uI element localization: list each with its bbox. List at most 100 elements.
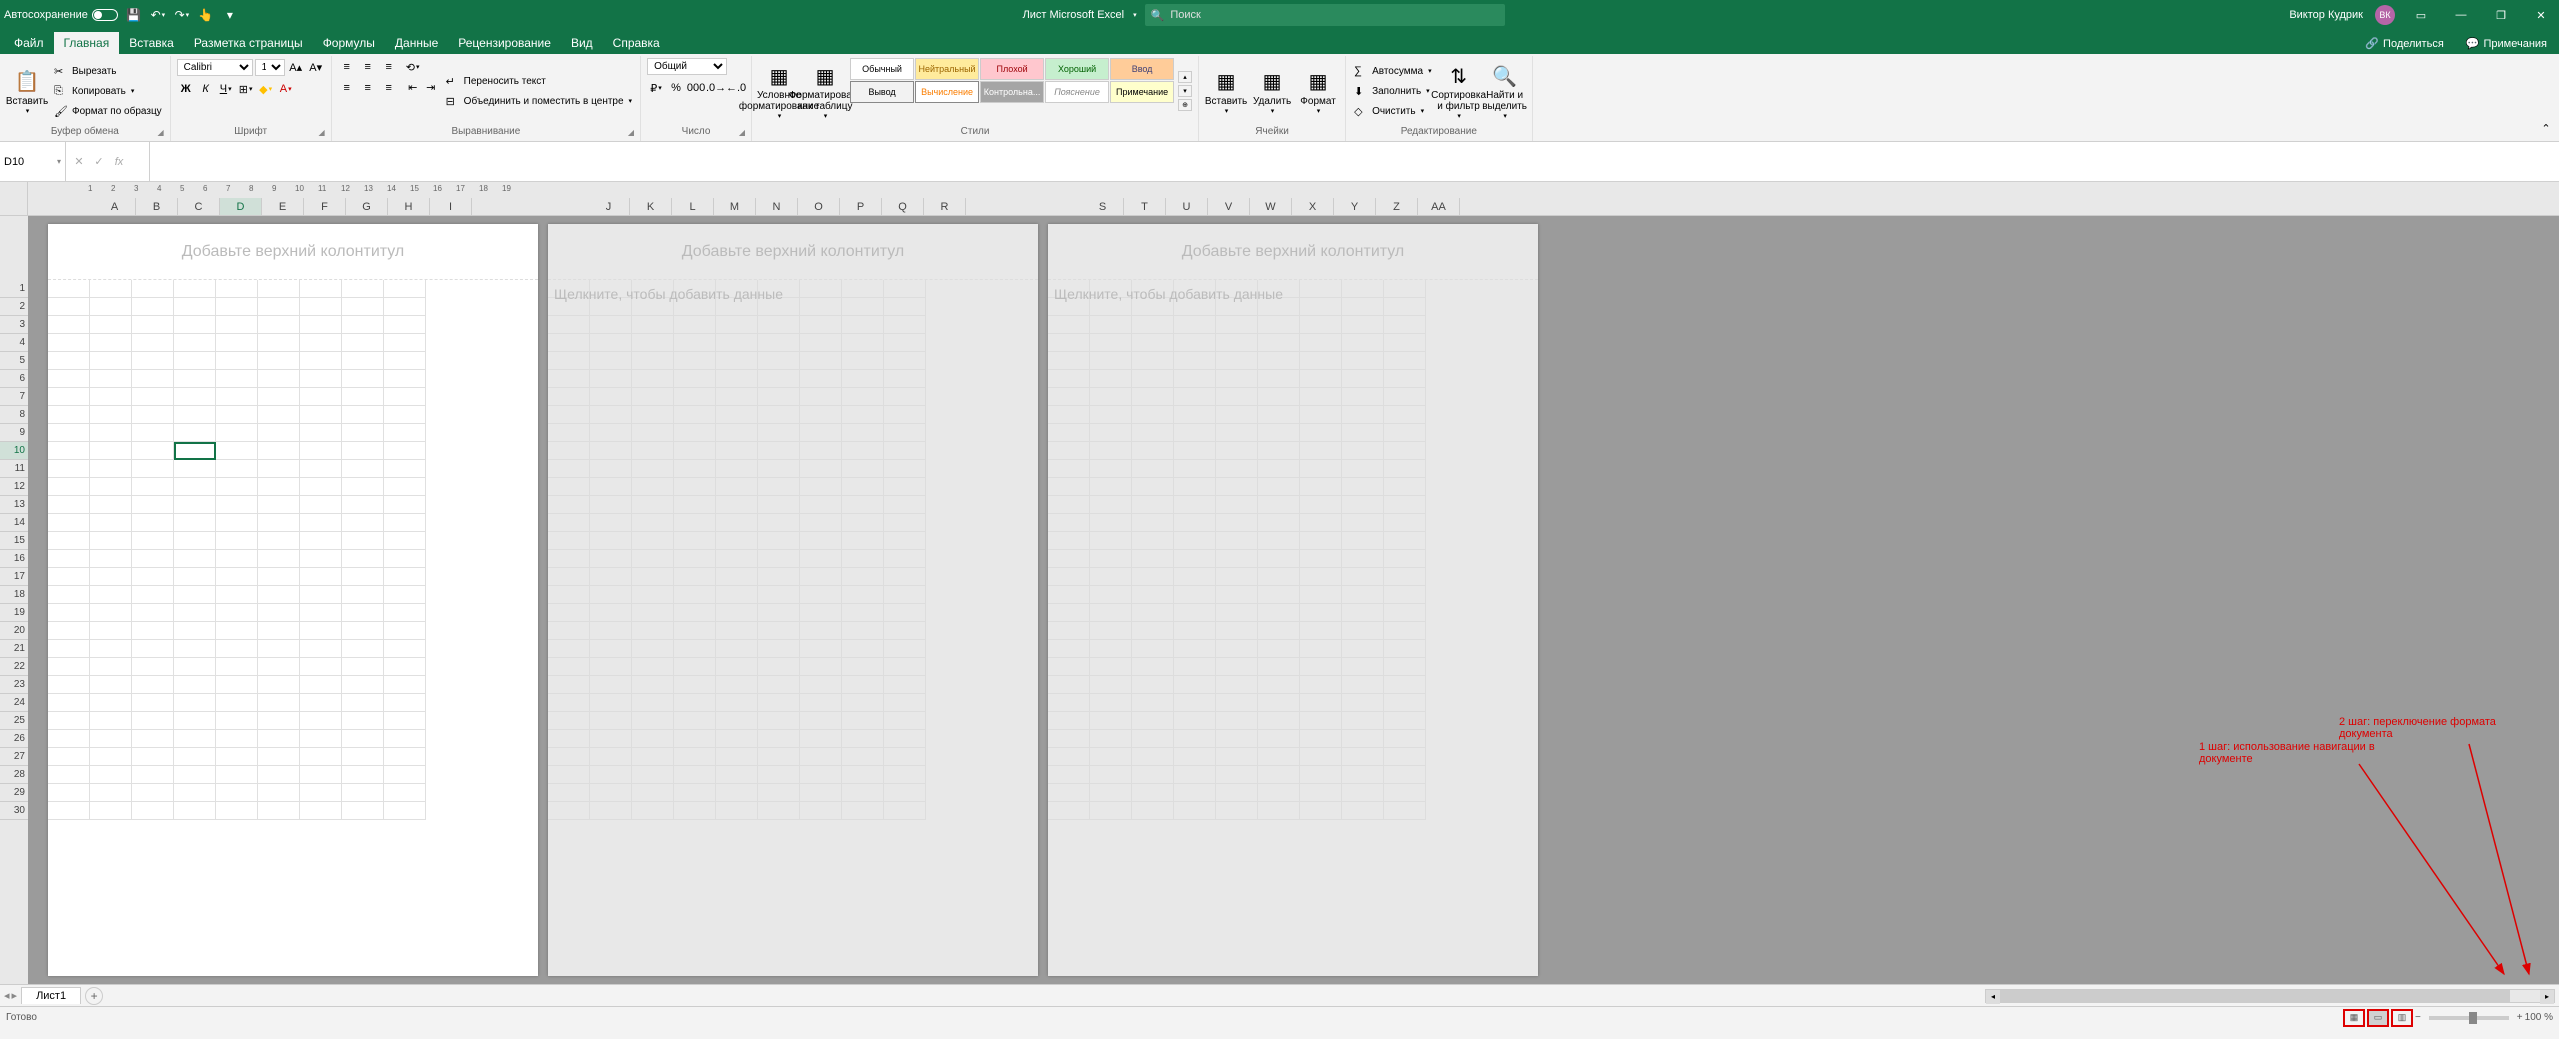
page-header-hint[interactable]: Добавьте верхний колонтитул <box>1048 224 1538 280</box>
cell[interactable] <box>132 478 174 496</box>
cell[interactable] <box>1216 730 1258 748</box>
cell[interactable] <box>758 532 800 550</box>
clear-button[interactable]: ◇Очистить▾ <box>1352 102 1434 120</box>
cell[interactable] <box>842 460 884 478</box>
cell[interactable] <box>716 442 758 460</box>
cell[interactable] <box>216 478 258 496</box>
cell[interactable] <box>132 406 174 424</box>
cell[interactable] <box>174 496 216 514</box>
cell[interactable] <box>632 514 674 532</box>
cell[interactable] <box>384 550 426 568</box>
cell[interactable] <box>1174 406 1216 424</box>
cell[interactable] <box>800 604 842 622</box>
autosave-toggle[interactable]: Автосохранение <box>4 9 118 21</box>
cell[interactable] <box>842 568 884 586</box>
cell[interactable] <box>1342 568 1384 586</box>
cell[interactable] <box>842 370 884 388</box>
qat-more-icon[interactable]: ▾ <box>222 7 238 23</box>
cell[interactable] <box>300 658 342 676</box>
cell[interactable] <box>1216 802 1258 820</box>
cell[interactable] <box>1300 568 1342 586</box>
cell[interactable] <box>632 694 674 712</box>
cell[interactable] <box>1090 478 1132 496</box>
cell[interactable] <box>716 316 758 334</box>
cell[interactable] <box>90 640 132 658</box>
cell[interactable] <box>300 730 342 748</box>
col-header[interactable]: J <box>588 198 630 215</box>
cell[interactable] <box>1090 388 1132 406</box>
cell[interactable] <box>842 640 884 658</box>
cell[interactable] <box>216 622 258 640</box>
cell[interactable] <box>1384 424 1426 442</box>
cell[interactable] <box>1132 766 1174 784</box>
cell[interactable] <box>758 640 800 658</box>
number-format-select[interactable]: Общий <box>647 58 727 75</box>
cell[interactable] <box>632 424 674 442</box>
cell[interactable] <box>758 622 800 640</box>
clipboard-launcher-icon[interactable]: ◢ <box>158 128 164 137</box>
cell[interactable] <box>842 406 884 424</box>
cell[interactable] <box>174 712 216 730</box>
cell[interactable] <box>1384 766 1426 784</box>
cell[interactable] <box>548 730 590 748</box>
cell[interactable] <box>1300 802 1342 820</box>
wrap-text-button[interactable]: ↵Переносить текст <box>444 72 634 90</box>
cell[interactable] <box>1258 586 1300 604</box>
cell[interactable] <box>90 586 132 604</box>
orientation-icon[interactable]: ⟲▾ <box>404 58 422 76</box>
cell[interactable] <box>800 280 842 298</box>
align-top-icon[interactable]: ≡ <box>338 58 356 76</box>
sheet-prev-icon[interactable]: ◂ <box>4 989 10 1002</box>
row-header[interactable]: 8 <box>0 406 28 424</box>
cell[interactable] <box>758 802 800 820</box>
cell[interactable] <box>1048 766 1090 784</box>
cell[interactable] <box>1216 370 1258 388</box>
col-header[interactable]: P <box>840 198 882 215</box>
cell[interactable] <box>1048 460 1090 478</box>
cell[interactable] <box>216 784 258 802</box>
name-box[interactable]: ▾ <box>0 142 66 181</box>
cell[interactable] <box>1342 388 1384 406</box>
cell[interactable] <box>300 334 342 352</box>
col-header[interactable]: L <box>672 198 714 215</box>
cell[interactable] <box>548 388 590 406</box>
cell[interactable] <box>716 604 758 622</box>
row-header[interactable]: 19 <box>0 604 28 622</box>
cell[interactable] <box>1384 622 1426 640</box>
ribbon-tab[interactable]: Рецензирование <box>448 32 561 54</box>
cell[interactable] <box>1258 514 1300 532</box>
cell[interactable] <box>800 694 842 712</box>
cell[interactable] <box>590 442 632 460</box>
cell[interactable] <box>258 676 300 694</box>
col-header[interactable]: S <box>1082 198 1124 215</box>
cell[interactable] <box>758 586 800 604</box>
cell[interactable] <box>1384 730 1426 748</box>
cell[interactable] <box>1258 712 1300 730</box>
cell[interactable] <box>1258 496 1300 514</box>
cell[interactable] <box>884 478 926 496</box>
cell[interactable] <box>800 298 842 316</box>
cell[interactable] <box>48 352 90 370</box>
cell[interactable] <box>1342 748 1384 766</box>
cell[interactable] <box>132 766 174 784</box>
cell[interactable] <box>1174 730 1216 748</box>
cell[interactable] <box>216 604 258 622</box>
comma-icon[interactable]: 000 <box>687 79 705 97</box>
cell[interactable] <box>674 766 716 784</box>
cell[interactable] <box>258 586 300 604</box>
cell[interactable] <box>90 298 132 316</box>
cell[interactable] <box>590 730 632 748</box>
cell[interactable] <box>1300 550 1342 568</box>
cell[interactable] <box>800 658 842 676</box>
cell[interactable] <box>1384 694 1426 712</box>
cell[interactable] <box>1342 370 1384 388</box>
cell[interactable] <box>674 406 716 424</box>
cell[interactable] <box>1384 784 1426 802</box>
cell[interactable] <box>1216 586 1258 604</box>
cell[interactable] <box>48 496 90 514</box>
cell[interactable] <box>216 352 258 370</box>
cell[interactable] <box>90 334 132 352</box>
underline-icon[interactable]: Ч▾ <box>217 80 235 98</box>
cell[interactable] <box>884 586 926 604</box>
cell[interactable] <box>716 748 758 766</box>
